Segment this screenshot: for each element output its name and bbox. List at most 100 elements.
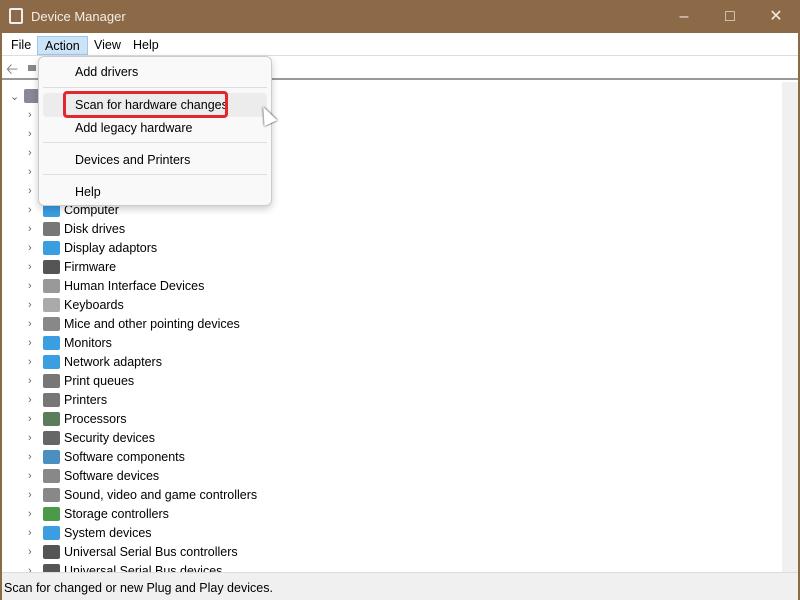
forward-arrow-icon[interactable] (28, 65, 36, 71)
device-category-icon (43, 260, 60, 274)
tree-category-row[interactable]: › Sound, video and game controllers (2, 486, 402, 505)
tree-category-row[interactable]: › Network adapters (2, 353, 402, 372)
chevron-right-icon[interactable]: › (28, 128, 32, 140)
device-manager-icon (9, 8, 23, 24)
tree-category-row[interactable]: › Disk drives (2, 220, 402, 239)
tree-category-row[interactable]: › Keyboards (2, 296, 402, 315)
minimize-button[interactable]: – (661, 0, 707, 33)
tree-category-row[interactable]: › Processors (2, 410, 402, 429)
device-category-icon (43, 545, 60, 559)
chevron-right-icon[interactable]: › (28, 356, 32, 368)
tree-category-label: Printers (64, 393, 108, 407)
chevron-right-icon[interactable]: › (28, 185, 32, 197)
tree-category-row[interactable]: › Software components (2, 448, 402, 467)
tree-category-row[interactable]: › System devices (2, 524, 402, 543)
chevron-right-icon[interactable]: › (28, 337, 32, 349)
menu-item-help[interactable]: Help (43, 180, 267, 204)
vertical-scrollbar[interactable] (782, 82, 798, 572)
chevron-right-icon[interactable]: › (28, 565, 32, 572)
tree-category-row[interactable]: › Mice and other pointing devices (2, 315, 402, 334)
chevron-right-icon[interactable]: › (28, 261, 32, 273)
chevron-right-icon[interactable]: › (28, 546, 32, 558)
tree-category-label: Software devices (64, 469, 160, 483)
chevron-right-icon[interactable]: › (28, 242, 32, 254)
menu-item-add-legacy-hardware[interactable]: Add legacy hardware (43, 116, 267, 140)
chevron-right-icon[interactable]: › (28, 109, 32, 121)
menu-view[interactable]: View (87, 36, 128, 55)
tree-category-label: Storage controllers (64, 507, 169, 521)
chevron-right-icon[interactable]: › (28, 451, 32, 463)
tree-category-row[interactable]: › Print queues (2, 372, 402, 391)
chevron-right-icon[interactable]: › (28, 375, 32, 387)
chevron-right-icon[interactable]: › (28, 527, 32, 539)
title-bar: Device Manager – □ ✕ (0, 0, 800, 33)
chevron-right-icon[interactable]: › (28, 223, 32, 235)
menu-file[interactable]: File (4, 36, 38, 55)
device-category-icon (43, 222, 60, 236)
tree-category-label: Sound, video and game controllers (64, 488, 258, 502)
menu-item-add-drivers[interactable]: Add drivers (43, 60, 267, 84)
tree-category-row[interactable]: › Firmware (2, 258, 402, 277)
menu-item-label: Add drivers (75, 65, 139, 79)
device-category-icon (43, 336, 60, 350)
tree-category-label: Universal Serial Bus devices (64, 564, 223, 572)
chevron-right-icon[interactable]: › (28, 204, 32, 216)
chevron-right-icon[interactable]: › (28, 280, 32, 292)
device-category-icon (43, 507, 60, 521)
tree-category-row[interactable]: › Storage controllers (2, 505, 402, 524)
menu-action[interactable]: Action (37, 36, 88, 55)
window-title: Device Manager (31, 9, 126, 24)
status-bar: Scan for changed or new Plug and Play de… (2, 572, 798, 600)
chevron-right-icon[interactable]: › (28, 508, 32, 520)
tree-category-row[interactable]: › Universal Serial Bus devices (2, 562, 402, 572)
chevron-down-icon[interactable]: ⌄ (10, 90, 19, 103)
menu-bar: File Action View Help (2, 33, 798, 56)
chevron-right-icon[interactable]: › (28, 166, 32, 178)
device-category-icon (43, 355, 60, 369)
back-arrow-icon[interactable]: 🡠 (6, 59, 18, 84)
chevron-right-icon[interactable]: › (28, 394, 32, 406)
device-category-icon (43, 317, 60, 331)
device-category-icon (43, 298, 60, 312)
menu-item-label: Devices and Printers (75, 153, 191, 167)
menu-item-label: Add legacy hardware (75, 121, 193, 135)
device-category-icon (43, 431, 60, 445)
tree-category-label: Print queues (64, 374, 135, 388)
device-category-icon (43, 450, 60, 464)
device-category-icon (43, 469, 60, 483)
highlight-annotation-box (63, 91, 228, 118)
chevron-right-icon[interactable]: › (28, 432, 32, 444)
chevron-right-icon[interactable]: › (28, 147, 32, 159)
tree-category-label: Disk drives (64, 222, 126, 236)
tree-category-label: Security devices (64, 431, 156, 445)
tree-category-label: Software components (64, 450, 185, 464)
tree-category-label: Firmware (64, 260, 117, 274)
menu-help[interactable]: Help (126, 36, 166, 55)
device-category-icon (43, 279, 60, 293)
menu-item-devices-and-printers[interactable]: Devices and Printers (43, 148, 267, 172)
chevron-right-icon[interactable]: › (28, 489, 32, 501)
action-menu-dropdown: Add drivers Scan for hardware changes Ad… (38, 56, 272, 206)
tree-category-row[interactable]: › Security devices (2, 429, 402, 448)
chevron-right-icon[interactable]: › (28, 470, 32, 482)
chevron-right-icon[interactable]: › (28, 299, 32, 311)
tree-category-row[interactable]: › Monitors (2, 334, 402, 353)
tree-category-row[interactable]: › Software devices (2, 467, 402, 486)
device-category-icon (43, 564, 60, 572)
tree-category-row[interactable]: › Printers (2, 391, 402, 410)
tree-category-label: Human Interface Devices (64, 279, 205, 293)
chevron-right-icon[interactable]: › (28, 413, 32, 425)
device-category-icon (43, 374, 60, 388)
menu-separator (43, 142, 267, 143)
tree-category-row[interactable]: › Human Interface Devices (2, 277, 402, 296)
chevron-right-icon[interactable]: › (28, 318, 32, 330)
device-category-icon (43, 393, 60, 407)
tree-category-row[interactable]: › Display adaptors (2, 239, 402, 258)
device-category-icon (43, 488, 60, 502)
tree-category-label: System devices (64, 526, 152, 540)
close-button[interactable]: ✕ (753, 0, 799, 33)
maximize-button[interactable]: □ (707, 0, 753, 33)
tree-category-row[interactable]: › Universal Serial Bus controllers (2, 543, 402, 562)
device-category-icon (43, 412, 60, 426)
menu-separator (43, 174, 267, 175)
